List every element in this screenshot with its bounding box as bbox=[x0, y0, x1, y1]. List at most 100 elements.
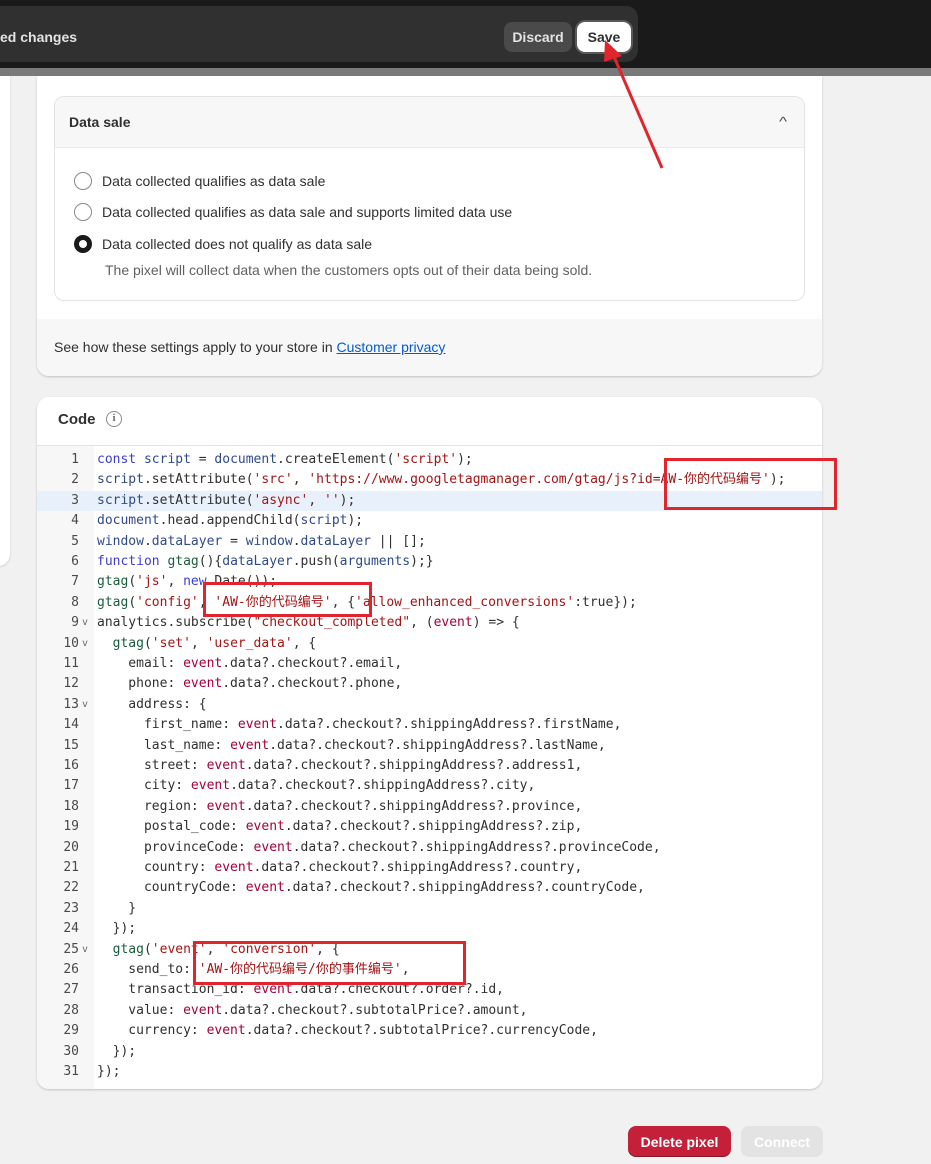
line-number: 29 bbox=[63, 1023, 79, 1039]
connect-button[interactable]: Connect bbox=[741, 1126, 823, 1157]
code-text: country: event.data?.checkout?.shippingA… bbox=[97, 860, 583, 875]
code-text: city: event.data?.checkout?.shippingAddr… bbox=[97, 778, 536, 794]
code-text: }); bbox=[97, 921, 137, 937]
code-text: } bbox=[97, 900, 137, 916]
code-text: currency: event.data?.checkout?.subtotal… bbox=[97, 1023, 598, 1039]
code-line[interactable]: 18 region: event.data?.checkout?.shippin… bbox=[37, 797, 822, 817]
line-number: 10 bbox=[63, 635, 79, 651]
annotation-box-src-id bbox=[664, 458, 837, 510]
line-number: 22 bbox=[63, 880, 79, 896]
line-number: 24 bbox=[63, 921, 79, 937]
line-number: 14 bbox=[63, 717, 79, 733]
code-text: document.head.appendChild(script); bbox=[97, 513, 364, 529]
line-number: 8 bbox=[71, 594, 79, 610]
fold-chevron-icon[interactable]: v bbox=[82, 613, 88, 633]
line-number: 3 bbox=[71, 492, 79, 508]
code-line[interactable]: 30 }); bbox=[37, 1042, 822, 1062]
privacy-footer-text: See how these settings apply to your sto… bbox=[54, 339, 445, 355]
code-line[interactable]: 8 gtag('config', 'AW-你的代码编号', {'allow_enh… bbox=[37, 593, 822, 613]
line-number: 30 bbox=[63, 1043, 79, 1059]
line-number: 17 bbox=[63, 778, 79, 794]
code-text: countryCode: event.data?.checkout?.shipp… bbox=[97, 880, 645, 896]
line-number: 23 bbox=[63, 900, 79, 916]
code-text: first_name: event.data?.checkout?.shippi… bbox=[97, 717, 622, 733]
line-number: 16 bbox=[63, 758, 79, 773]
code-line[interactable]: 28 value: event.data?.checkout?.subtotal… bbox=[37, 1001, 822, 1021]
code-line[interactable]: 23 } bbox=[37, 899, 822, 919]
radio-label: Data collected does not qualify as data … bbox=[102, 236, 373, 252]
line-number: 27 bbox=[63, 982, 79, 998]
code-line[interactable]: 21 country: event.data?.checkout?.shippi… bbox=[37, 858, 822, 878]
radio-option-does-not-qualify[interactable]: Data collected does not qualify as data … bbox=[74, 233, 372, 255]
code-line[interactable]: 11 email: event.data?.checkout?.email, bbox=[37, 654, 822, 674]
annotation-box-config-id bbox=[203, 582, 372, 617]
line-number: 26 bbox=[63, 962, 79, 977]
line-number: 15 bbox=[63, 737, 79, 753]
code-line[interactable]: 13 v address: { bbox=[37, 695, 822, 715]
code-line[interactable]: 9 v analytics.subscribe("checkout_complete… bbox=[37, 613, 822, 633]
line-number: 25 bbox=[63, 941, 79, 957]
code-text: address: { bbox=[97, 696, 207, 712]
code-text: window.dataLayer = window.dataLayer || [… bbox=[97, 533, 426, 549]
code-text: value: event.data?.checkout?.subtotalPri… bbox=[97, 1002, 528, 1018]
line-number: 28 bbox=[63, 1002, 79, 1018]
code-text: last_name: event.data?.checkout?.shippin… bbox=[97, 737, 606, 753]
code-line[interactable]: 29 currency: event.data?.checkout?.subto… bbox=[37, 1021, 822, 1041]
code-title: Code bbox=[58, 411, 96, 428]
code-text: script.setAttribute('async', ''); bbox=[97, 492, 356, 508]
line-number: 1 bbox=[71, 452, 79, 467]
line-number: 7 bbox=[71, 574, 79, 590]
code-line[interactable]: 5 window.dataLayer = window.dataLayer || … bbox=[37, 532, 822, 552]
code-line[interactable]: 6 function gtag(){dataLayer.push(argument… bbox=[37, 552, 822, 572]
code-text: email: event.data?.checkout?.email, bbox=[97, 656, 403, 671]
line-number: 31 bbox=[63, 1064, 79, 1079]
customer-privacy-link[interactable]: Customer privacy bbox=[337, 339, 446, 355]
radio-option-qualifies-limited[interactable]: Data collected qualifies as data sale an… bbox=[74, 201, 512, 223]
code-line[interactable]: 7 gtag('js', new Date()); bbox=[37, 572, 822, 592]
code-line[interactable]: 19 postal_code: event.data?.checkout?.sh… bbox=[37, 817, 822, 837]
code-text: }); bbox=[97, 1043, 137, 1059]
code-text: region: event.data?.checkout?.shippingAd… bbox=[97, 798, 583, 814]
code-line[interactable]: 14 first_name: event.data?.checkout?.shi… bbox=[37, 715, 822, 735]
radio-button[interactable] bbox=[74, 203, 92, 221]
code-line[interactable]: 17 city: event.data?.checkout?.shippingA… bbox=[37, 776, 822, 796]
code-text: street: event.data?.checkout?.shippingAd… bbox=[97, 758, 583, 773]
line-number: 4 bbox=[71, 513, 79, 529]
line-number: 21 bbox=[63, 860, 79, 875]
line-number: 13 bbox=[63, 696, 79, 712]
line-number: 12 bbox=[63, 676, 79, 692]
footer-text: See how these settings apply to your sto… bbox=[54, 339, 337, 355]
info-icon[interactable]: i bbox=[106, 411, 122, 427]
arrow-shaft bbox=[610, 51, 664, 169]
radio-button-selected[interactable] bbox=[74, 235, 92, 253]
privacy-footer: See how these settings apply to your sto… bbox=[37, 319, 822, 376]
code-line[interactable]: 10 v gtag('set', 'user_data', { bbox=[37, 634, 822, 654]
code-line[interactable]: 12 phone: event.data?.checkout?.phone, bbox=[37, 674, 822, 694]
code-editor[interactable]: 1 const script = document.createElement('… bbox=[37, 445, 822, 1089]
code-text: }); bbox=[97, 1064, 121, 1079]
arrow-head bbox=[604, 40, 622, 62]
delete-pixel-button[interactable]: Delete pixel bbox=[628, 1126, 731, 1157]
code-line[interactable]: 31}); bbox=[37, 1062, 822, 1082]
line-number: 9 bbox=[71, 615, 79, 631]
code-text: postal_code: event.data?.checkout?.shipp… bbox=[97, 819, 583, 835]
radio-label: Data collected qualifies as data sale an… bbox=[102, 204, 513, 220]
annotation-arrow bbox=[604, 40, 664, 169]
code-line[interactable]: 4 document.head.appendChild(script); bbox=[37, 511, 822, 531]
code-line[interactable]: 22 countryCode: event.data?.checkout?.sh… bbox=[37, 878, 822, 898]
line-number: 2 bbox=[71, 472, 79, 488]
code-text: const script = document.createElement('s… bbox=[97, 452, 473, 467]
line-number: 19 bbox=[63, 819, 79, 835]
line-number: 6 bbox=[71, 554, 79, 569]
code-line[interactable]: 24 }); bbox=[37, 919, 822, 939]
code-text: provinceCode: event.data?.checkout?.ship… bbox=[97, 839, 661, 855]
annotation-box-send-to bbox=[193, 941, 466, 985]
line-number: 18 bbox=[63, 798, 79, 814]
code-line[interactable]: 15 last_name: event.data?.checkout?.ship… bbox=[37, 736, 822, 756]
radio-help-text: The pixel will collect data when the cus… bbox=[105, 262, 593, 278]
fold-chevron-icon[interactable]: v bbox=[82, 634, 88, 654]
code-line[interactable]: 20 provinceCode: event.data?.checkout?.s… bbox=[37, 838, 822, 858]
code-line[interactable]: 16 street: event.data?.checkout?.shippin… bbox=[37, 756, 822, 776]
fold-chevron-icon[interactable]: v bbox=[82, 940, 88, 960]
fold-chevron-icon[interactable]: v bbox=[82, 695, 88, 715]
